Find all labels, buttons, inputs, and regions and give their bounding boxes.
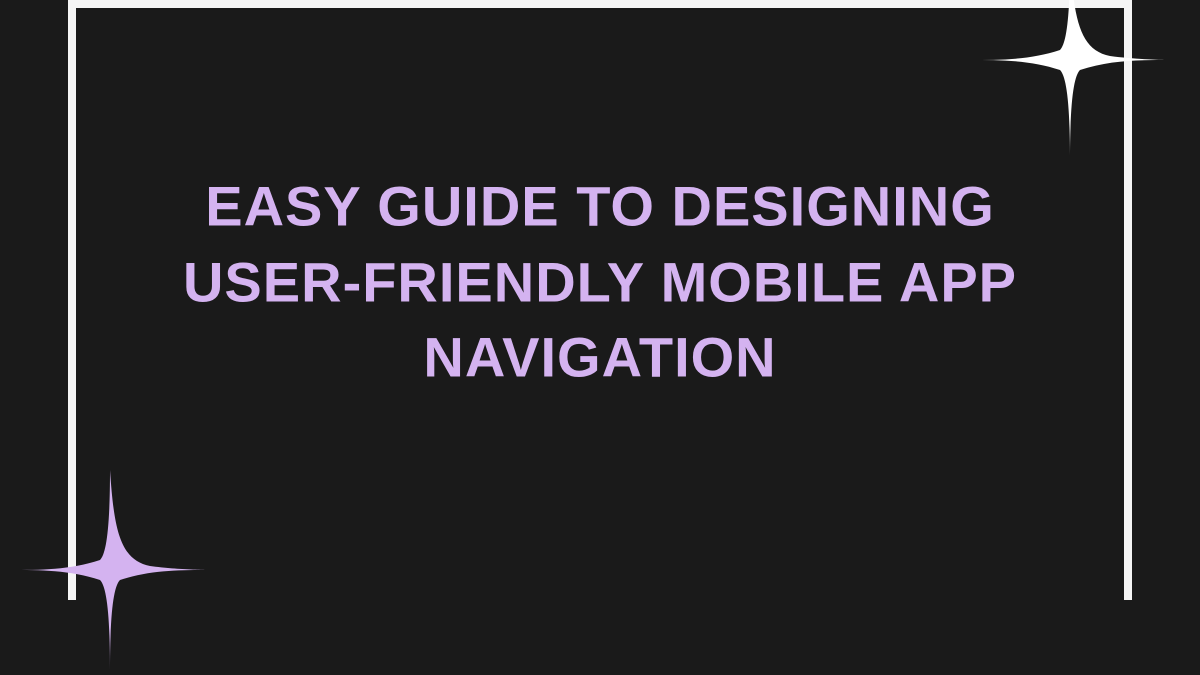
sparkle-icon (10, 470, 210, 670)
sparkle-icon (970, 0, 1170, 160)
page-title: EASY GUIDE TO DESIGNING USER-FRIENDLY MO… (150, 168, 1050, 395)
